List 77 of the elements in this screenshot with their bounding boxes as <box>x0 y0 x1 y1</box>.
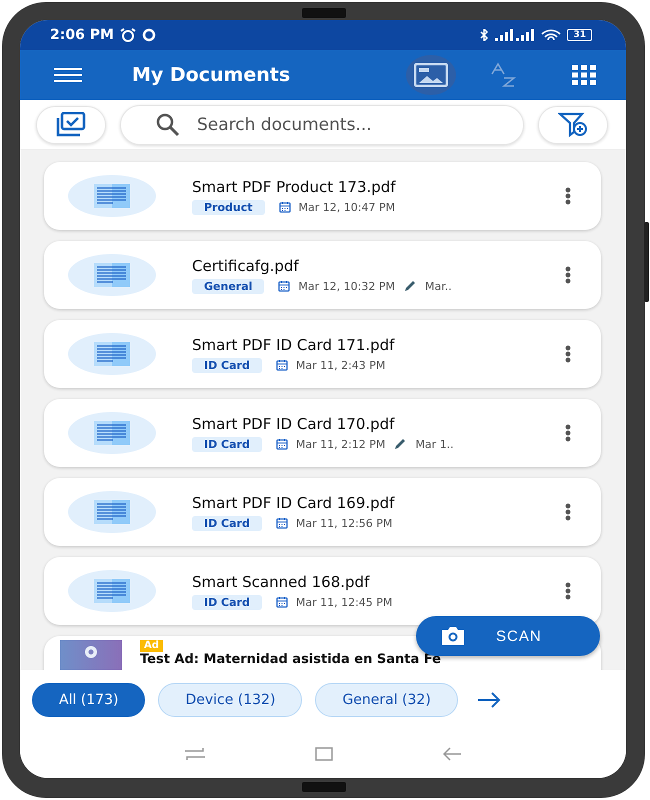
calendar-icon <box>276 438 288 450</box>
document-icon <box>68 570 156 612</box>
created-date: Mar 12, 10:47 PM <box>298 200 396 214</box>
select-button[interactable] <box>36 106 106 144</box>
image-icon <box>414 63 448 87</box>
home-icon[interactable] <box>315 747 333 761</box>
category-tag: ID Card <box>192 594 262 610</box>
document-card[interactable]: Certificafg.pdf General Mar 12, 10:32 PM Mar.. <box>44 241 601 309</box>
created-date: Mar 11, 12:45 PM <box>296 596 392 608</box>
camera-icon <box>440 626 466 646</box>
more-icon <box>565 345 571 363</box>
circle-icon <box>142 28 156 42</box>
checkbox-stack-icon <box>55 112 87 138</box>
recents-icon[interactable] <box>185 747 205 761</box>
edited-date: Mar.. <box>424 280 452 292</box>
arrow-right-icon[interactable] <box>476 692 501 708</box>
calendar-icon <box>276 517 288 529</box>
category-tag: General <box>192 278 264 294</box>
more-icon <box>565 266 571 284</box>
calendar-icon <box>276 596 288 608</box>
document-title: Smart PDF ID Card 170.pdf <box>192 414 396 432</box>
pencil-icon <box>393 437 408 451</box>
document-icon <box>68 254 156 296</box>
filter-chip[interactable]: All (173) <box>32 683 146 717</box>
document-card[interactable]: Smart Scanned 168.pdf ID Card Mar 11, 12:45 PM <box>44 557 601 625</box>
search-bar[interactable]: Search documents... <box>120 104 524 144</box>
more-icon <box>565 424 571 442</box>
document-icon <box>68 333 156 375</box>
category-tag: ID Card <box>192 516 262 530</box>
created-date: Mar 12, 10:32 PM <box>298 280 395 292</box>
more-icon <box>565 582 571 600</box>
more-icon <box>565 503 571 521</box>
search-icon <box>155 112 181 138</box>
document-icon <box>68 412 156 454</box>
category-tag: ID Card <box>192 436 262 452</box>
created-date: Mar 11, 2:12 PM <box>296 438 386 450</box>
filter-button[interactable] <box>538 106 608 144</box>
document-card[interactable]: Smart PDF ID Card 170.pdf ID Card Mar 11, 2:12 PM Mar 1.. <box>44 399 601 467</box>
grid-icon <box>572 65 596 85</box>
sort-icon <box>490 62 518 88</box>
search-field[interactable]: Search documents... <box>195 114 523 136</box>
ad-badge: Ad <box>140 640 163 652</box>
battery-indicator: 31 <box>567 29 592 41</box>
filter-chip[interactable]: Device (132) <box>158 683 302 717</box>
speaker-slot <box>302 8 346 18</box>
back-icon[interactable] <box>443 747 461 761</box>
image-view-button[interactable] <box>406 55 456 95</box>
calendar-icon <box>278 280 290 292</box>
category-tag: ID Card <box>192 358 262 372</box>
app-title: My Documents <box>132 64 290 86</box>
created-date: Mar 11, 12:56 PM <box>296 516 392 530</box>
calendar-icon <box>278 201 291 213</box>
more-icon <box>565 187 571 205</box>
edited-date: Mar 1.. <box>415 438 454 450</box>
pencil-icon <box>402 279 417 293</box>
menu-icon <box>54 68 82 82</box>
alarm-icon <box>120 28 136 42</box>
speaker-slot <box>302 782 346 792</box>
filter-add-icon <box>558 112 588 138</box>
document-title: Smart PDF ID Card 171.pdf <box>192 336 396 354</box>
document-icon <box>68 491 156 533</box>
bluetooth-icon <box>479 29 490 41</box>
document-icon <box>68 175 156 217</box>
document-card[interactable]: Smart PDF ID Card 169.pdf ID Card Mar 11, 12:56 PM <box>44 478 601 546</box>
wifi-icon <box>541 28 562 42</box>
document-title: Smart PDF Product 173.pdf <box>192 178 397 196</box>
document-title: Smart Scanned 168.pdf <box>192 572 371 590</box>
calendar-icon <box>276 359 288 371</box>
document-title: Smart PDF ID Card 169.pdf <box>192 494 396 512</box>
signal-icon <box>495 29 536 41</box>
document-title: Certificafg.pdf <box>192 256 300 274</box>
created-date: Mar 11, 2:43 PM <box>296 358 386 372</box>
status-time: 2:06 PM <box>50 27 114 43</box>
category-tag: Product <box>192 200 265 214</box>
document-card[interactable]: Smart PDF ID Card 171.pdf ID Card Mar 11, 2:43 PM <box>44 320 601 388</box>
document-card[interactable]: Smart PDF Product 173.pdf Product Mar 12, 10:47 PM <box>44 162 601 230</box>
filter-chip[interactable]: General (32) <box>315 683 458 717</box>
